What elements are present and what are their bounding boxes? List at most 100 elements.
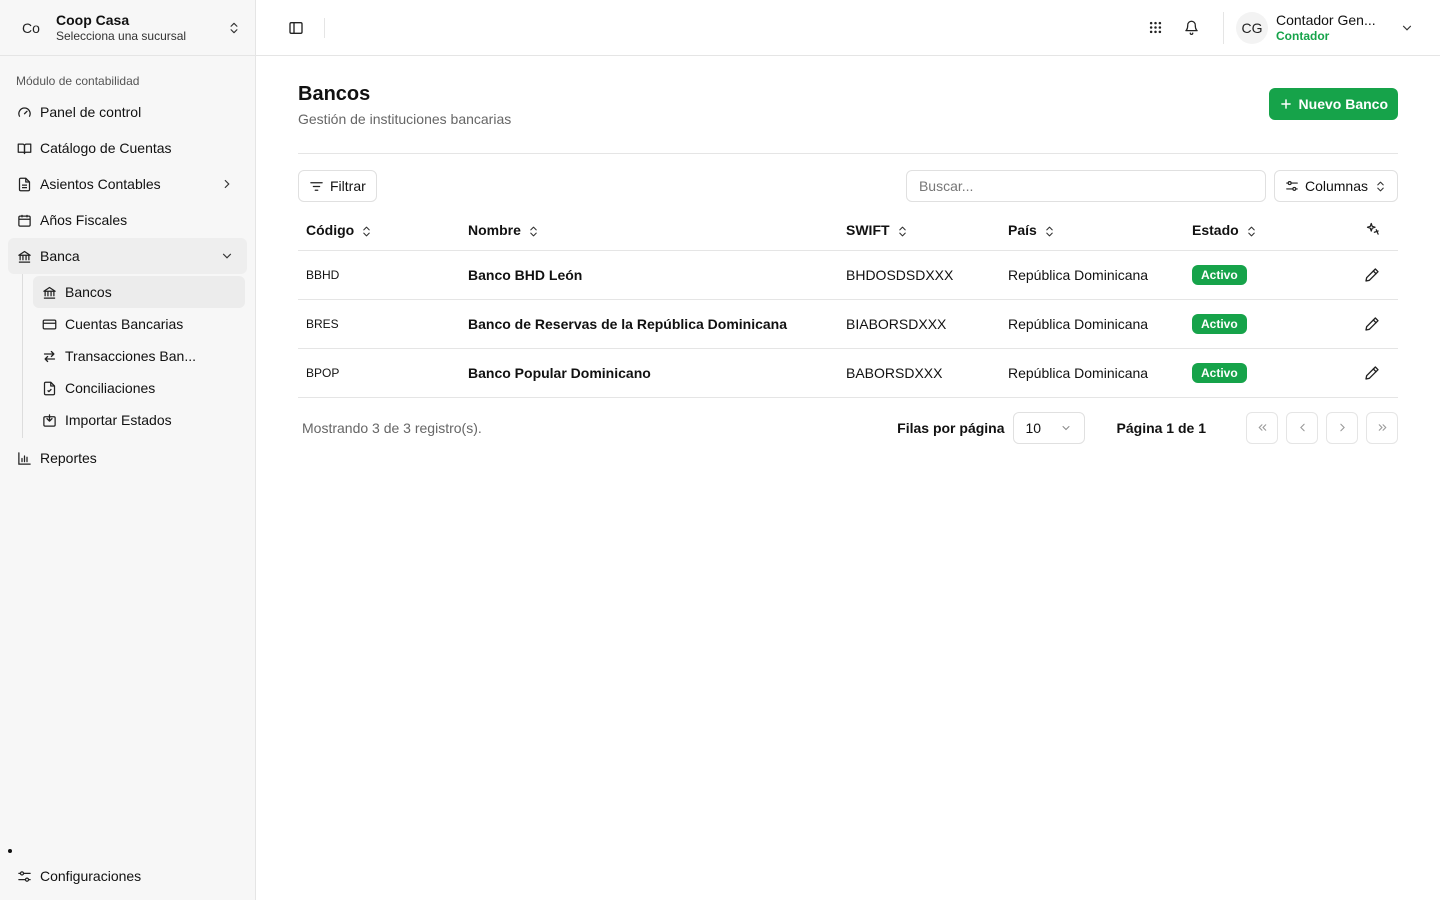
cell-country: República Dominicana <box>1000 250 1184 300</box>
column-header-code[interactable]: Código <box>298 210 460 251</box>
sidebar-subitem-conciliaciones[interactable]: Conciliaciones <box>33 372 245 404</box>
table-row[interactable]: BRES Banco de Reservas de la República D… <box>298 299 1398 349</box>
table-header-row: Código Nombre SWIFT País Estado <box>298 210 1398 251</box>
header-label: Estado <box>1192 221 1239 238</box>
apps-grid-icon[interactable] <box>1141 14 1169 42</box>
bell-icon[interactable] <box>1177 14 1205 42</box>
header-label: Código <box>306 221 355 238</box>
sort-icon <box>1245 225 1258 238</box>
chevron-down-icon <box>219 248 235 264</box>
prev-page-button[interactable] <box>1286 411 1318 444</box>
sort-icon <box>896 225 909 238</box>
sidebar-section-label: Módulo de contabilidad <box>16 74 140 88</box>
sidebar-item-panel[interactable]: Panel de control <box>0 94 255 130</box>
columns-label: Columnas <box>1304 178 1368 194</box>
pencil-icon <box>1364 365 1380 381</box>
sparkles-icon <box>1365 221 1380 236</box>
cell-swift: BIABORSDXXX <box>838 299 1000 349</box>
chevron-down-icon <box>1060 422 1072 434</box>
last-page-button[interactable] <box>1366 411 1398 444</box>
chevrons-up-down-icon <box>225 19 243 37</box>
rows-per-page-select[interactable]: 10 <box>1012 411 1085 444</box>
sidebar-item-reportes[interactable]: Reportes <box>0 440 255 476</box>
chevrons-up-down-icon <box>1374 180 1387 193</box>
page-subtitle: Gestión de instituciones bancarias <box>298 111 512 127</box>
table-row[interactable]: BPOP Banco Popular Dominicano BABORSDXXX… <box>298 348 1398 398</box>
rows-per-page-label: Filas por página <box>897 419 1005 436</box>
cell-swift: BABORSDXXX <box>838 348 1000 398</box>
org-switcher[interactable]: Co Coop Casa Selecciona una sucursal <box>0 0 255 56</box>
chevrons-left-icon <box>1256 421 1269 434</box>
edit-button[interactable] <box>1360 263 1384 287</box>
org-text: Coop Casa Selecciona una sucursal <box>56 12 225 44</box>
columns-button[interactable]: Columnas <box>1273 170 1398 202</box>
topbar: CG Contador Gen... Contador <box>256 0 1440 56</box>
import-icon <box>41 412 57 428</box>
avatar: CG <box>1236 11 1268 44</box>
sidebar-item-catalogo[interactable]: Catálogo de Cuentas <box>0 130 255 166</box>
cell-status: Activo <box>1184 299 1334 349</box>
header-label: SWIFT <box>846 221 890 238</box>
first-page-button[interactable] <box>1246 411 1278 444</box>
sidebar-subitem-label: Cuentas Bancarias <box>65 316 184 332</box>
new-bank-label: Nuevo Banco <box>1298 96 1388 112</box>
cell-country: República Dominicana <box>1000 348 1184 398</box>
cell-actions <box>1334 348 1398 398</box>
cell-name: Banco Popular Dominicano <box>460 348 838 398</box>
chevron-left-icon <box>1296 421 1309 434</box>
file-text-icon <box>16 176 32 192</box>
sidebar-item-configuraciones[interactable]: Configuraciones <box>0 858 255 894</box>
bar-chart-icon <box>16 450 32 466</box>
sidebar-subitem-transacciones[interactable]: Transacciones Ban... <box>33 340 245 372</box>
chevron-down-icon <box>1398 19 1416 37</box>
sidebar-item-asientos[interactable]: Asientos Contables <box>0 166 255 202</box>
sidebar-subitem-importar[interactable]: Importar Estados <box>33 404 245 436</box>
cell-name: Banco de Reservas de la República Domini… <box>460 299 838 349</box>
cell-code: BBHD <box>298 250 460 300</box>
sidebar-subitem-bancos[interactable]: Bancos <box>33 276 245 308</box>
plus-icon <box>1279 97 1293 111</box>
sidebar-subitem-label: Conciliaciones <box>65 380 156 396</box>
column-header-country[interactable]: País <box>1000 210 1184 251</box>
column-header-name[interactable]: Nombre <box>460 210 838 251</box>
user-menu[interactable]: CG Contador Gen... Contador <box>1223 11 1416 44</box>
chevron-right-icon <box>1336 421 1349 434</box>
status-dot <box>8 849 12 853</box>
arrows-exchange-icon <box>41 348 57 364</box>
sidebar-item-anos-fiscales[interactable]: Años Fiscales <box>0 202 255 238</box>
column-header-actions[interactable] <box>1334 210 1398 251</box>
org-subtitle: Selecciona una sucursal <box>56 28 187 43</box>
cell-code: BRES <box>298 299 460 349</box>
sidebar-item-label: Panel de control <box>40 104 142 120</box>
header-label: Nombre <box>468 221 521 238</box>
chevrons-right-icon <box>1376 421 1389 434</box>
main: CG Contador Gen... Contador Bancos Gesti… <box>256 0 1440 900</box>
user-role: Contador <box>1276 28 1330 43</box>
search-input[interactable] <box>905 170 1266 202</box>
edit-button[interactable] <box>1360 361 1384 385</box>
app-root: Co Coop Casa Selecciona una sucursal Mód… <box>0 0 1440 900</box>
pencil-icon <box>1364 267 1380 283</box>
sidebar-toggle-button[interactable] <box>282 14 310 42</box>
sidebar-subitem-label: Importar Estados <box>65 412 172 428</box>
chevron-right-icon <box>219 176 235 192</box>
edit-button[interactable] <box>1360 312 1384 336</box>
book-icon <box>16 140 32 156</box>
user-name: Contador Gen... <box>1276 11 1376 28</box>
sort-icon <box>1043 225 1056 238</box>
new-bank-button[interactable]: Nuevo Banco <box>1268 88 1398 120</box>
column-header-status[interactable]: Estado <box>1184 210 1334 251</box>
file-check-icon <box>41 380 57 396</box>
filter-button[interactable]: Filtrar <box>298 170 377 202</box>
table-toolbar: Filtrar Columnas <box>298 170 1398 202</box>
column-header-swift[interactable]: SWIFT <box>838 210 1000 251</box>
cell-status: Activo <box>1184 250 1334 300</box>
table-footer: Mostrando 3 de 3 registro(s). Filas por … <box>298 411 1398 444</box>
sidebar: Co Coop Casa Selecciona una sucursal Mód… <box>0 0 256 900</box>
sidebar-item-banca[interactable]: Banca <box>8 238 247 274</box>
records-count: Mostrando 3 de 3 registro(s). <box>302 419 482 436</box>
next-page-button[interactable] <box>1326 411 1358 444</box>
sidebar-subitem-cuentas-bancarias[interactable]: Cuentas Bancarias <box>33 308 245 340</box>
table-row[interactable]: BBHD Banco BHD León BHDOSDSDXXX Repúblic… <box>298 250 1398 300</box>
sidebar-item-label: Catálogo de Cuentas <box>40 140 172 156</box>
